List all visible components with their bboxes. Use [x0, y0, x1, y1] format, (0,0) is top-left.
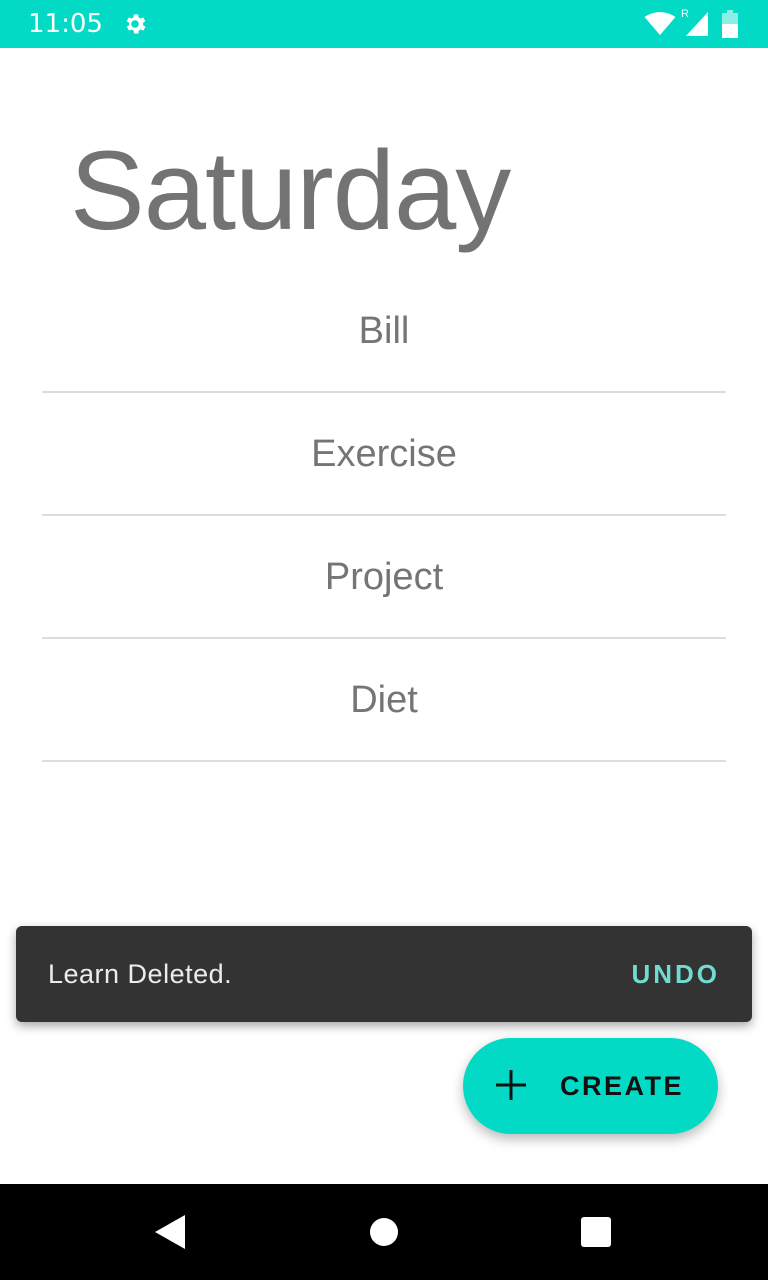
status-bar: 11:05 R [0, 0, 768, 48]
recents-icon[interactable] [581, 1217, 611, 1247]
list-item-label: Bill [358, 309, 410, 352]
gear-icon [126, 14, 146, 34]
cell-signal-icon [686, 12, 708, 36]
snackbar-message: Learn Deleted. [48, 959, 233, 989]
plus-icon [496, 1070, 526, 1100]
battery-icon [722, 10, 738, 38]
undo-button[interactable]: UNDO [631, 956, 720, 992]
list-item-project[interactable]: Project [42, 516, 726, 639]
list-item-label: Diet [350, 678, 418, 721]
create-button[interactable]: CREATE [463, 1038, 718, 1134]
create-button-label: CREATE [560, 1071, 685, 1101]
list-item-label: Project [324, 555, 444, 598]
list-item-exercise[interactable]: Exercise [42, 393, 726, 516]
category-list: Bill Exercise Project Diet [42, 270, 726, 762]
list-item-bill[interactable]: Bill [42, 270, 726, 393]
back-icon[interactable] [155, 1215, 185, 1249]
list-item-diet[interactable]: Diet [42, 639, 726, 762]
snackbar: Learn Deleted. UNDO [16, 926, 752, 1022]
status-time: 11:05 [28, 9, 103, 39]
page-title: Saturday [70, 128, 511, 253]
wifi-icon [644, 12, 676, 35]
list-item-label: Exercise [311, 432, 457, 475]
home-icon[interactable] [370, 1218, 398, 1246]
